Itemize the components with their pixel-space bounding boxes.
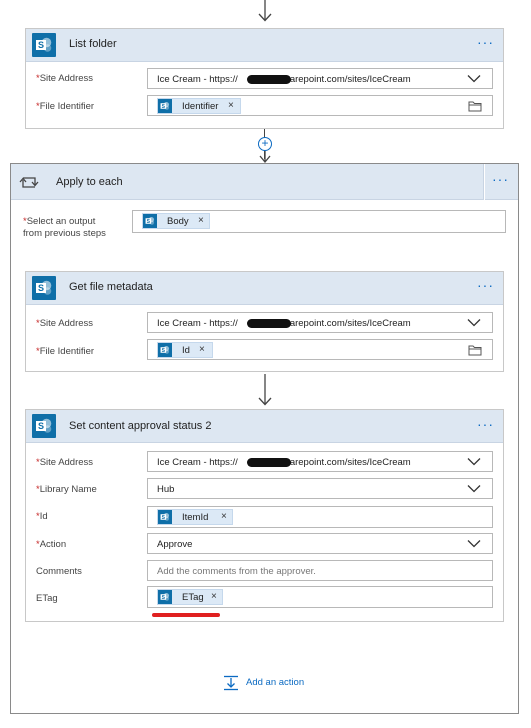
token-label: Id <box>182 345 190 356</box>
more-options-button[interactable]: ··· <box>477 277 494 293</box>
list-folder-card: List folder ··· *Site Address Ice Cream … <box>25 28 504 129</box>
add-action-button[interactable]: Add an action <box>222 674 334 692</box>
file-identifier-label: *File Identifier <box>36 101 95 112</box>
redaction-mark <box>247 319 291 328</box>
add-action-icon <box>224 675 238 691</box>
select-output-field[interactable]: Body × <box>132 210 506 233</box>
action-label: *Action <box>36 539 67 550</box>
remove-token-button[interactable]: × <box>199 344 205 355</box>
chevron-down-icon[interactable] <box>467 538 481 549</box>
more-options-button[interactable]: ··· <box>477 34 494 50</box>
comments-input[interactable]: Add the comments from the approver. <box>147 560 493 581</box>
loop-icon <box>19 177 39 188</box>
site-address-label: *Site Address <box>36 457 94 468</box>
dynamic-content-token[interactable]: Identifier × <box>157 98 241 114</box>
remove-token-button[interactable]: × <box>198 215 204 226</box>
library-name-value: Hub <box>157 484 175 495</box>
file-identifier-field[interactable]: Identifier × <box>147 95 493 116</box>
file-identifier-label: *File Identifier <box>36 346 95 357</box>
token-label: ETag <box>182 592 204 603</box>
redaction-mark <box>247 458 291 467</box>
site-address-label: *Site Address <box>36 73 94 84</box>
insert-step-button[interactable]: + <box>258 137 272 151</box>
sharepoint-icon <box>158 590 172 604</box>
chevron-down-icon[interactable] <box>467 317 481 328</box>
dynamic-content-token[interactable]: Id × <box>157 342 213 358</box>
apply-to-each-header[interactable]: Apply to each <box>11 164 484 200</box>
comments-placeholder: Add the comments from the approver. <box>157 566 316 577</box>
dynamic-content-token[interactable]: Body × <box>142 213 210 229</box>
action-dropdown[interactable]: Approve <box>147 533 493 554</box>
library-name-dropdown[interactable]: Hub <box>147 478 493 499</box>
remove-token-button[interactable]: × <box>228 100 234 111</box>
comments-label: Comments <box>36 566 82 577</box>
folder-icon[interactable] <box>468 344 482 356</box>
plus-icon: + <box>261 136 269 150</box>
apply-to-each-title: Apply to each <box>56 176 123 188</box>
site-address-dropdown[interactable]: Ice Cream - https://sharepoint.com/sites… <box>147 312 493 333</box>
set-content-approval-header[interactable]: Set content approval status 2 ··· <box>26 410 503 443</box>
arrow-down-icon <box>259 151 271 163</box>
sharepoint-icon <box>158 99 172 113</box>
dynamic-content-token[interactable]: ETag × <box>157 589 223 605</box>
remove-token-button[interactable]: × <box>221 511 227 522</box>
redaction-mark <box>247 75 291 84</box>
more-options-button[interactable]: ··· <box>477 416 494 432</box>
sharepoint-icon <box>158 510 172 524</box>
token-label: ItemId <box>182 512 209 523</box>
token-label: Body <box>167 216 189 227</box>
remove-token-button[interactable]: × <box>211 591 217 602</box>
etag-label: ETag <box>36 593 58 604</box>
select-output-label: *Select an output from previous steps <box>23 216 106 239</box>
highlight-underline <box>152 613 220 617</box>
sharepoint-icon <box>158 343 172 357</box>
card-title: Set content approval status 2 <box>69 420 212 432</box>
action-value: Approve <box>157 539 193 550</box>
site-address-dropdown[interactable]: Ice Cream - https://sharepoint.com/sites… <box>147 451 493 472</box>
apply-to-each-menu-area: ··· <box>485 164 518 200</box>
folder-icon[interactable] <box>468 100 482 112</box>
chevron-down-icon[interactable] <box>467 73 481 84</box>
sharepoint-icon <box>143 214 157 228</box>
more-options-button[interactable]: ··· <box>492 171 509 187</box>
token-label: Identifier <box>182 101 219 112</box>
add-action-label: Add an action <box>246 677 305 688</box>
card-title: List folder <box>69 38 117 50</box>
sharepoint-icon <box>32 276 56 300</box>
id-field[interactable]: ItemId × <box>147 506 493 528</box>
sharepoint-icon <box>32 33 56 57</box>
file-identifier-field[interactable]: Id × <box>147 339 493 360</box>
set-content-approval-card: Set content approval status 2 ··· *Site … <box>25 409 504 622</box>
library-name-label: *Library Name <box>36 484 97 495</box>
list-folder-header[interactable]: List folder ··· <box>26 29 503 62</box>
site-address-dropdown[interactable]: Ice Cream - https://sharepoint.com/sites… <box>147 68 493 89</box>
id-label: *Id <box>36 511 48 522</box>
get-file-metadata-header[interactable]: Get file metadata ··· <box>26 272 503 305</box>
chevron-down-icon[interactable] <box>467 483 481 494</box>
chevron-down-icon[interactable] <box>467 456 481 467</box>
flow-arrow-icon <box>258 374 272 406</box>
flow-arrow-icon <box>258 0 272 22</box>
sharepoint-icon <box>32 414 56 438</box>
card-title: Get file metadata <box>69 281 153 293</box>
get-file-metadata-card: Get file metadata ··· *Site Address Ice … <box>25 271 504 372</box>
site-address-label: *Site Address <box>36 318 94 329</box>
etag-field[interactable]: ETag × <box>147 586 493 608</box>
dynamic-content-token[interactable]: ItemId × <box>157 509 233 525</box>
